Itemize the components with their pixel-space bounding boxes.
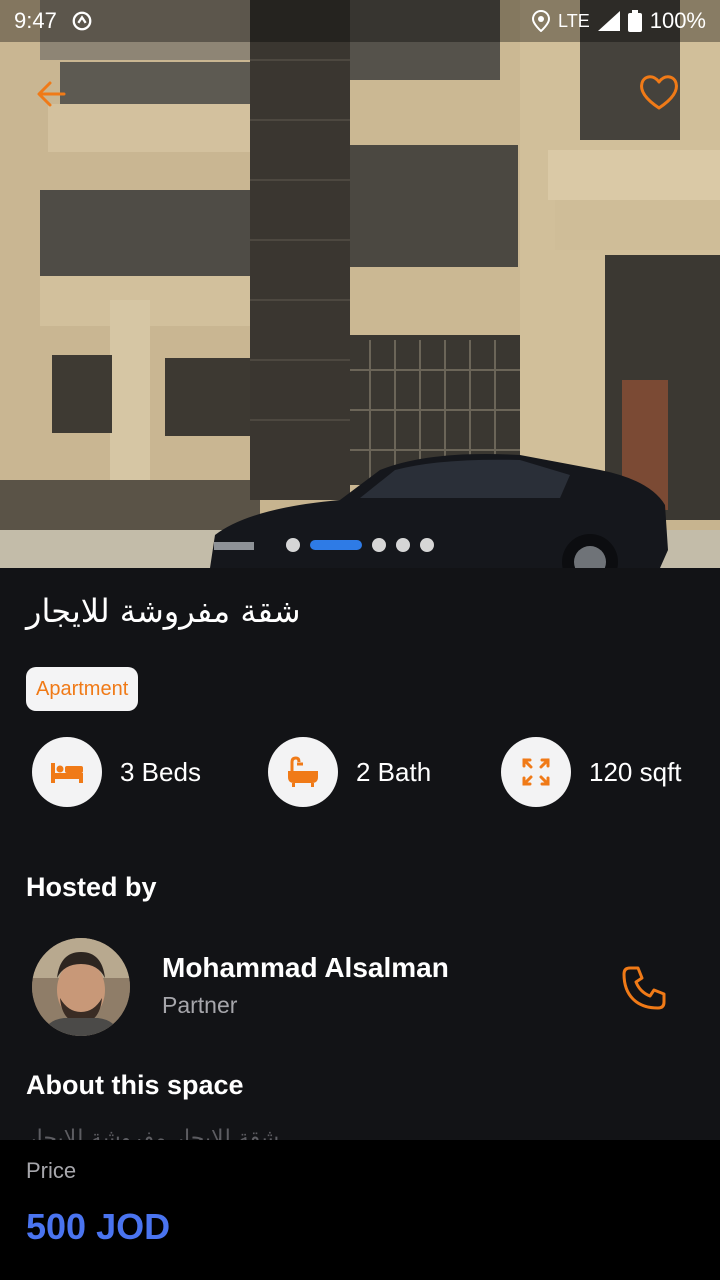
expand-icon bbox=[501, 737, 571, 807]
feature-label: 3 Beds bbox=[120, 756, 201, 787]
feature-label: 2 Bath bbox=[356, 756, 432, 787]
battery-icon bbox=[627, 10, 642, 32]
status-time: 9:47 bbox=[14, 8, 57, 33]
feature-bath: 2 Bath bbox=[268, 737, 431, 807]
signal-icon bbox=[597, 11, 620, 31]
network-label: LTE bbox=[558, 10, 590, 31]
host-name[interactable]: Mohammad Alsalman bbox=[162, 952, 449, 984]
host-role: Partner bbox=[162, 992, 238, 1018]
bed-icon bbox=[32, 737, 102, 807]
carousel-dot[interactable] bbox=[286, 538, 300, 552]
sync-icon bbox=[72, 11, 92, 31]
feature-area: 120 sqft bbox=[501, 737, 682, 807]
battery-level: 100% bbox=[649, 8, 706, 33]
carousel-dot[interactable] bbox=[372, 538, 386, 552]
about-heading: About this space bbox=[26, 1070, 244, 1100]
listing-photo[interactable]: 9:47 LTE 100% bbox=[0, 0, 720, 568]
heart-icon[interactable] bbox=[636, 70, 682, 114]
carousel-dot[interactable] bbox=[396, 538, 410, 552]
feature-beds: 3 Beds bbox=[32, 737, 201, 807]
category-badge: Apartment bbox=[26, 667, 139, 711]
status-bar: 9:47 LTE 100% bbox=[0, 0, 720, 42]
price-value: 500 JOD bbox=[26, 1206, 171, 1247]
phone-icon[interactable] bbox=[618, 962, 670, 1014]
listing-title: شقة مفروشة للايجار bbox=[26, 592, 301, 630]
image-carousel-indicator bbox=[0, 538, 720, 552]
bathtub-icon bbox=[268, 737, 338, 807]
building-photo bbox=[0, 0, 720, 568]
hosted-by-heading: Hosted by bbox=[26, 872, 157, 902]
avatar[interactable] bbox=[32, 938, 130, 1036]
carousel-dot-active[interactable] bbox=[310, 540, 362, 550]
location-icon bbox=[532, 10, 551, 32]
price-label: Price bbox=[26, 1158, 77, 1183]
carousel-dot[interactable] bbox=[420, 538, 434, 552]
feature-label: 120 sqft bbox=[589, 756, 682, 787]
back-arrow-icon[interactable] bbox=[30, 72, 74, 116]
